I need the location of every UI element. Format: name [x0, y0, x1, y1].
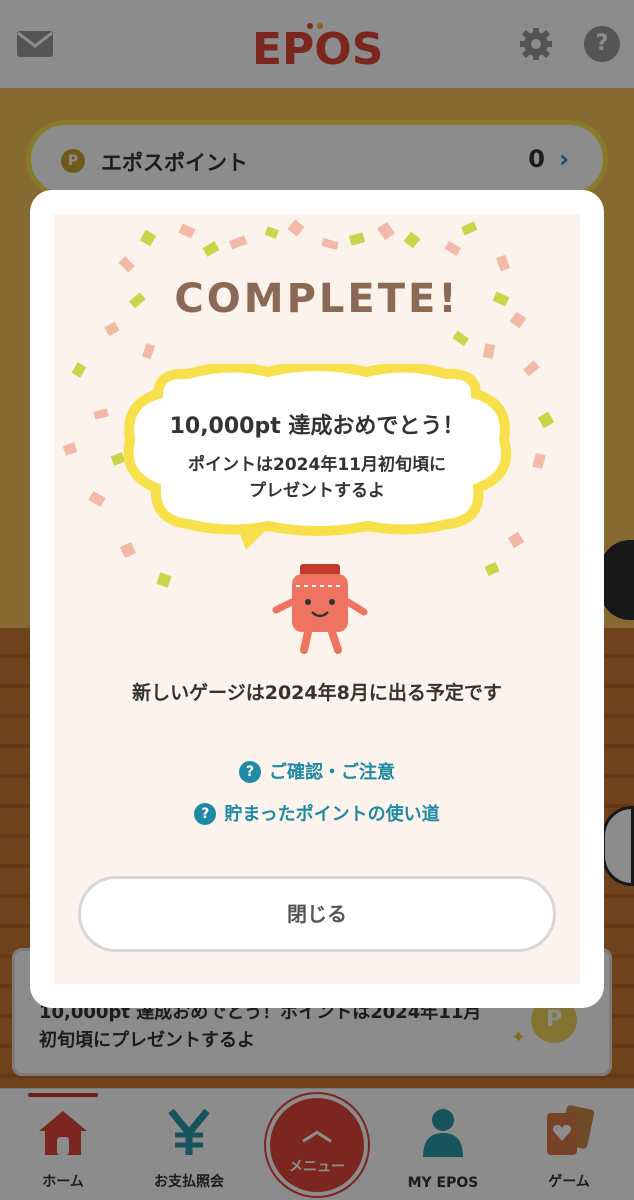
confirm-notes-link[interactable]: ? ご確認・ご注意	[54, 758, 580, 784]
link-label: 貯まったポイントの使い道	[224, 804, 440, 825]
modal-content: COMPLETE! 10,000pt 達成おめでとう！ ポイントは2024年11…	[54, 214, 580, 984]
bubble-title: 10,000pt 達成おめでとう！	[169, 414, 465, 439]
bubble-line: プレゼントするよ	[249, 481, 385, 501]
complete-title: COMPLETE!	[174, 276, 460, 322]
mascot-character	[272, 564, 368, 654]
question-icon: ?	[239, 761, 261, 783]
next-gauge-notice: 新しいゲージは2024年8月に出る予定です	[132, 682, 502, 704]
complete-modal: COMPLETE! 10,000pt 達成おめでとう！ ポイントは2024年11…	[30, 190, 604, 1008]
question-icon: ?	[194, 803, 217, 825]
bubble-message: ポイントは2024年11月初旬頃に プレゼントするよ	[118, 452, 516, 504]
close-button[interactable]: 閉じる	[78, 876, 556, 952]
link-label: ご確認・ご注意	[269, 762, 395, 783]
bubble-line: ポイントは2024年11月初旬頃に	[188, 455, 446, 475]
points-usage-link[interactable]: ? 貯まったポイントの使い道	[54, 800, 580, 826]
